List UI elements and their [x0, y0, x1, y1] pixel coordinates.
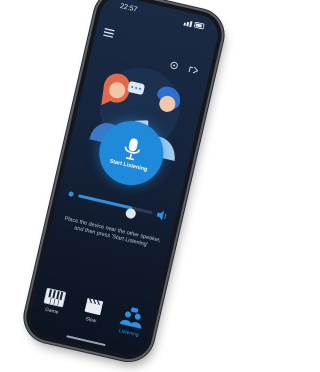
slider-fill [78, 194, 133, 210]
menu-icon[interactable] [103, 27, 115, 38]
instruction-text: Place the device near the other speaker,… [63, 215, 162, 249]
tab-listening-label: Listening [118, 327, 140, 339]
tab-game[interactable]: Game [34, 286, 73, 318]
tab-listening[interactable]: Listening [112, 304, 152, 340]
status-time: 22:57 [119, 2, 138, 14]
slider-min-dot [68, 191, 75, 198]
slider-knob[interactable] [124, 207, 137, 220]
microphone-icon [124, 137, 141, 160]
slider-track[interactable] [78, 194, 153, 220]
app-screen: 22:57 Start Listening Place the device n… [26, 0, 222, 360]
signal-battery-icon [183, 21, 205, 30]
tab-slow-label: Slow [84, 316, 97, 325]
piano-icon [43, 287, 67, 308]
tab-game-label: Game [44, 306, 60, 316]
clapperboard-icon [84, 297, 104, 315]
bottom-tab-bar: Game Slow Listening [26, 277, 156, 359]
tab-slow[interactable]: Slow [73, 295, 112, 327]
conversation-icon [119, 307, 142, 329]
volume-icon[interactable] [155, 208, 169, 222]
start-listening-label: Start Listening [109, 157, 148, 173]
phone-frame: 22:57 Start Listening Place the device n… [21, 0, 227, 364]
status-bar: 22:57 [111, 1, 211, 33]
